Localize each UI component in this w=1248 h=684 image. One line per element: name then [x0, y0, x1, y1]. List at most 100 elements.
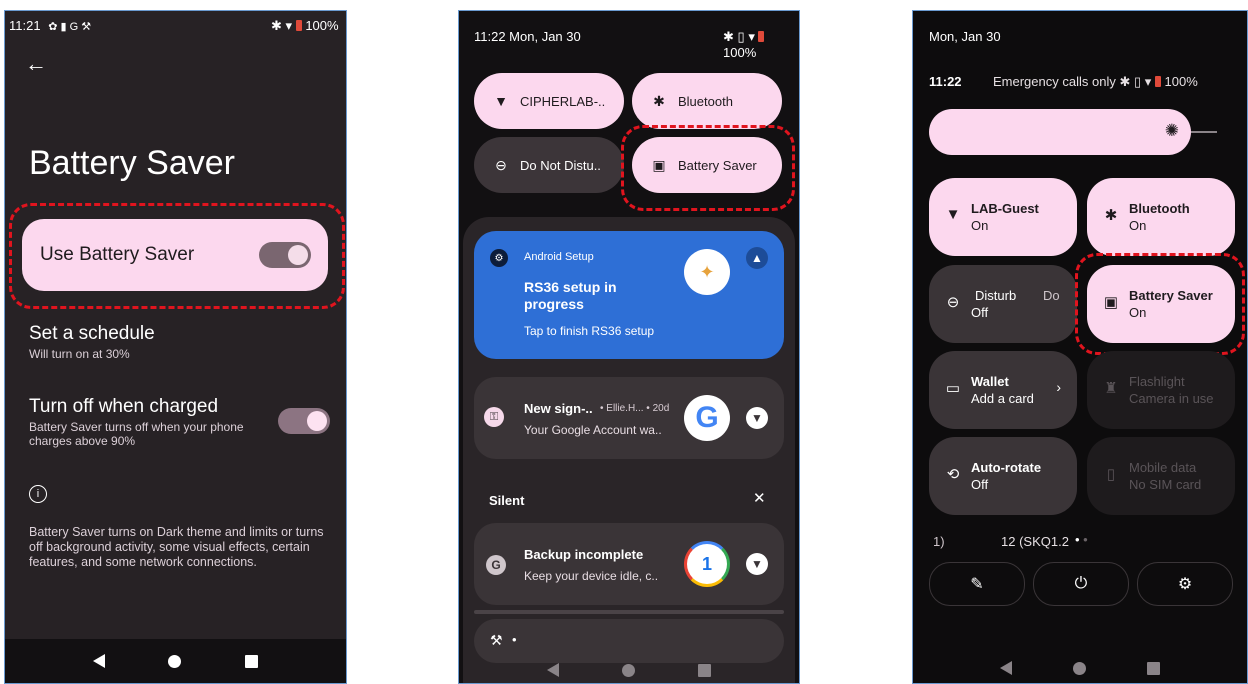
setup-notification[interactable]: ⚙ Android Setup RS36 setup in progress T…: [474, 231, 784, 359]
home-nav-icon[interactable]: [168, 654, 182, 668]
power-button[interactable]: ⏻: [1033, 562, 1129, 606]
use-battery-saver-row[interactable]: Use Battery Saver: [22, 219, 328, 291]
wifi-tile-label: CIPHERLAB-..: [520, 93, 606, 109]
google-one-icon: 1: [684, 541, 730, 587]
wifi-icon: ▾: [748, 29, 755, 44]
footer-description: Battery Saver turns on Dark theme and li…: [29, 525, 324, 569]
back-nav-icon[interactable]: [999, 661, 1012, 675]
battery-percent: 100%: [1164, 74, 1198, 89]
highlight-outline: [621, 125, 795, 211]
highlight-outline: [1075, 253, 1245, 355]
wifi-tile-title: LAB-Guest: [971, 201, 1039, 216]
brightness-track: [1191, 131, 1217, 133]
home-nav-icon[interactable]: [621, 663, 635, 677]
bluetooth-icon: ✱: [723, 29, 734, 44]
bluetooth-tile[interactable]: ✱ Bluetooth: [632, 73, 782, 129]
nav-bar: [459, 657, 799, 683]
chevron-right-icon: ›: [1056, 379, 1061, 395]
flashlight-icon: ♜: [1104, 380, 1118, 397]
battery-icon: [1154, 76, 1161, 87]
recents-nav-icon[interactable]: [245, 654, 259, 668]
use-battery-saver-toggle[interactable]: [259, 242, 311, 268]
battery-saver-settings-screen: 11:21 ✿ ▮ G ⚒ ✱ ▾ 100% ← Battery Saver U…: [4, 10, 347, 684]
notification-area: ⚙ Android Setup RS36 setup in progress T…: [463, 217, 795, 683]
dnd-icon: ⊖: [495, 156, 507, 173]
google-logo-icon: G: [684, 395, 730, 441]
turn-off-subtitle: Battery Saver turns off when your phone …: [29, 420, 244, 448]
silent-section-header: Silent: [489, 493, 525, 508]
page-title: Battery Saver: [29, 144, 235, 182]
rotate-icon: ⟲: [946, 466, 960, 483]
dnd-tile-state: Off: [971, 305, 989, 320]
schedule-title[interactable]: Set a schedule: [29, 323, 155, 345]
close-icon[interactable]: ✕: [753, 489, 766, 507]
bluetooth-icon: ✱: [653, 92, 665, 109]
page-indicator: • •: [1075, 532, 1088, 547]
home-nav-icon[interactable]: [1072, 661, 1086, 675]
battery-icon: [295, 20, 302, 31]
notification-title: RS36 setup in progress: [524, 279, 617, 312]
dnd-tile[interactable]: ⊖ Do Not Distu..: [474, 137, 624, 193]
chevron-up-icon[interactable]: ▲: [746, 247, 768, 269]
settings-button[interactable]: ⚙: [1137, 562, 1233, 606]
bluetooth-icon: ✱: [1119, 74, 1131, 89]
divider: [474, 610, 784, 614]
bluetooth-tile[interactable]: ✱ Bluetooth On: [1087, 178, 1235, 256]
key-icon: ⚿: [484, 407, 504, 427]
mobile-data-tile-state: No SIM card: [1129, 477, 1202, 492]
turn-off-title[interactable]: Turn off when charged: [29, 396, 218, 418]
google-g-icon: G: [486, 555, 506, 575]
notification-meta: • Ellie.H... • 20d: [600, 403, 670, 414]
wallet-icon: ▭: [945, 380, 961, 397]
autorotate-tile-state: Off: [971, 477, 989, 492]
battery-percent: 100%: [723, 45, 757, 60]
brightness-slider[interactable]: ✺: [929, 109, 1191, 155]
chevron-down-icon[interactable]: ▼: [746, 553, 768, 575]
notification-body: Your Google Account wa..: [524, 423, 662, 437]
battery-icon: [758, 31, 765, 42]
dnd-tile-extra: Do: [1043, 288, 1060, 303]
recents-nav-icon[interactable]: [698, 663, 712, 677]
back-arrow-icon[interactable]: ←: [25, 51, 47, 77]
wifi-icon: ▼: [945, 206, 961, 223]
toggle-knob: [288, 245, 308, 265]
back-nav-icon[interactable]: [546, 663, 559, 677]
magic-wand-icon: ✦: [684, 249, 730, 295]
backup-notification[interactable]: G Backup incomplete Keep your device idl…: [474, 523, 784, 605]
mobile-data-tile[interactable]: ▯ Mobile data No SIM card: [1087, 437, 1235, 515]
flashlight-tile[interactable]: ♜ Flashlight Camera in use: [1087, 351, 1235, 429]
notification-shade-screen: 11:22 Mon, Jan 30 ✱ ▯ ▾ 100% ▼ CIPHERLAB…: [458, 10, 800, 684]
turn-off-toggle[interactable]: [278, 408, 330, 434]
dnd-tile[interactable]: ⊖ Disturb Do Off: [929, 265, 1077, 343]
signin-notification[interactable]: ⚿ New sign-.. • Ellie.H... • 20d Your Go…: [474, 377, 784, 459]
dnd-tile-title: Disturb: [975, 288, 1017, 303]
pencil-icon: ✎: [970, 576, 984, 593]
autorotate-tile[interactable]: ⟲ Auto-rotate Off: [929, 437, 1077, 515]
build-number: 12 (SKQ1.2: [1001, 534, 1069, 549]
back-nav-icon[interactable]: [92, 654, 105, 668]
wifi-icon: ▾: [1144, 74, 1152, 89]
flashlight-tile-state: Camera in use: [1129, 391, 1214, 406]
status-time: 11:21: [9, 18, 41, 33]
bluetooth-icon: ✱: [1104, 207, 1118, 224]
wallet-tile-title: Wallet: [971, 374, 1009, 389]
mobile-data-tile-title: Mobile data: [1129, 460, 1197, 475]
wallet-tile-state: Add a card: [971, 391, 1034, 406]
info-icon: i: [29, 485, 47, 503]
date: Mon, Jan 30: [929, 29, 1001, 44]
wallet-tile[interactable]: ▭ Wallet Add a card ›: [929, 351, 1077, 429]
no-sim-icon: ▯: [1106, 466, 1116, 483]
recents-nav-icon[interactable]: [1147, 661, 1161, 675]
wifi-tile[interactable]: ▼ CIPHERLAB-..: [474, 73, 624, 129]
chevron-down-icon[interactable]: ▼: [746, 407, 768, 429]
wifi-tile-state: On: [971, 218, 989, 233]
dnd-icon: ⊖: [946, 294, 960, 311]
wifi-icon: ▾: [285, 18, 293, 33]
vibrate-icon: ▯: [737, 29, 745, 44]
build-number-left: 1): [933, 534, 945, 549]
emergency-text: Emergency calls only: [993, 74, 1116, 89]
nav-bar: [5, 639, 346, 683]
edit-button[interactable]: ✎: [929, 562, 1025, 606]
wifi-tile[interactable]: ▼ LAB-Guest On: [929, 178, 1077, 256]
toggle-knob: [307, 411, 327, 431]
